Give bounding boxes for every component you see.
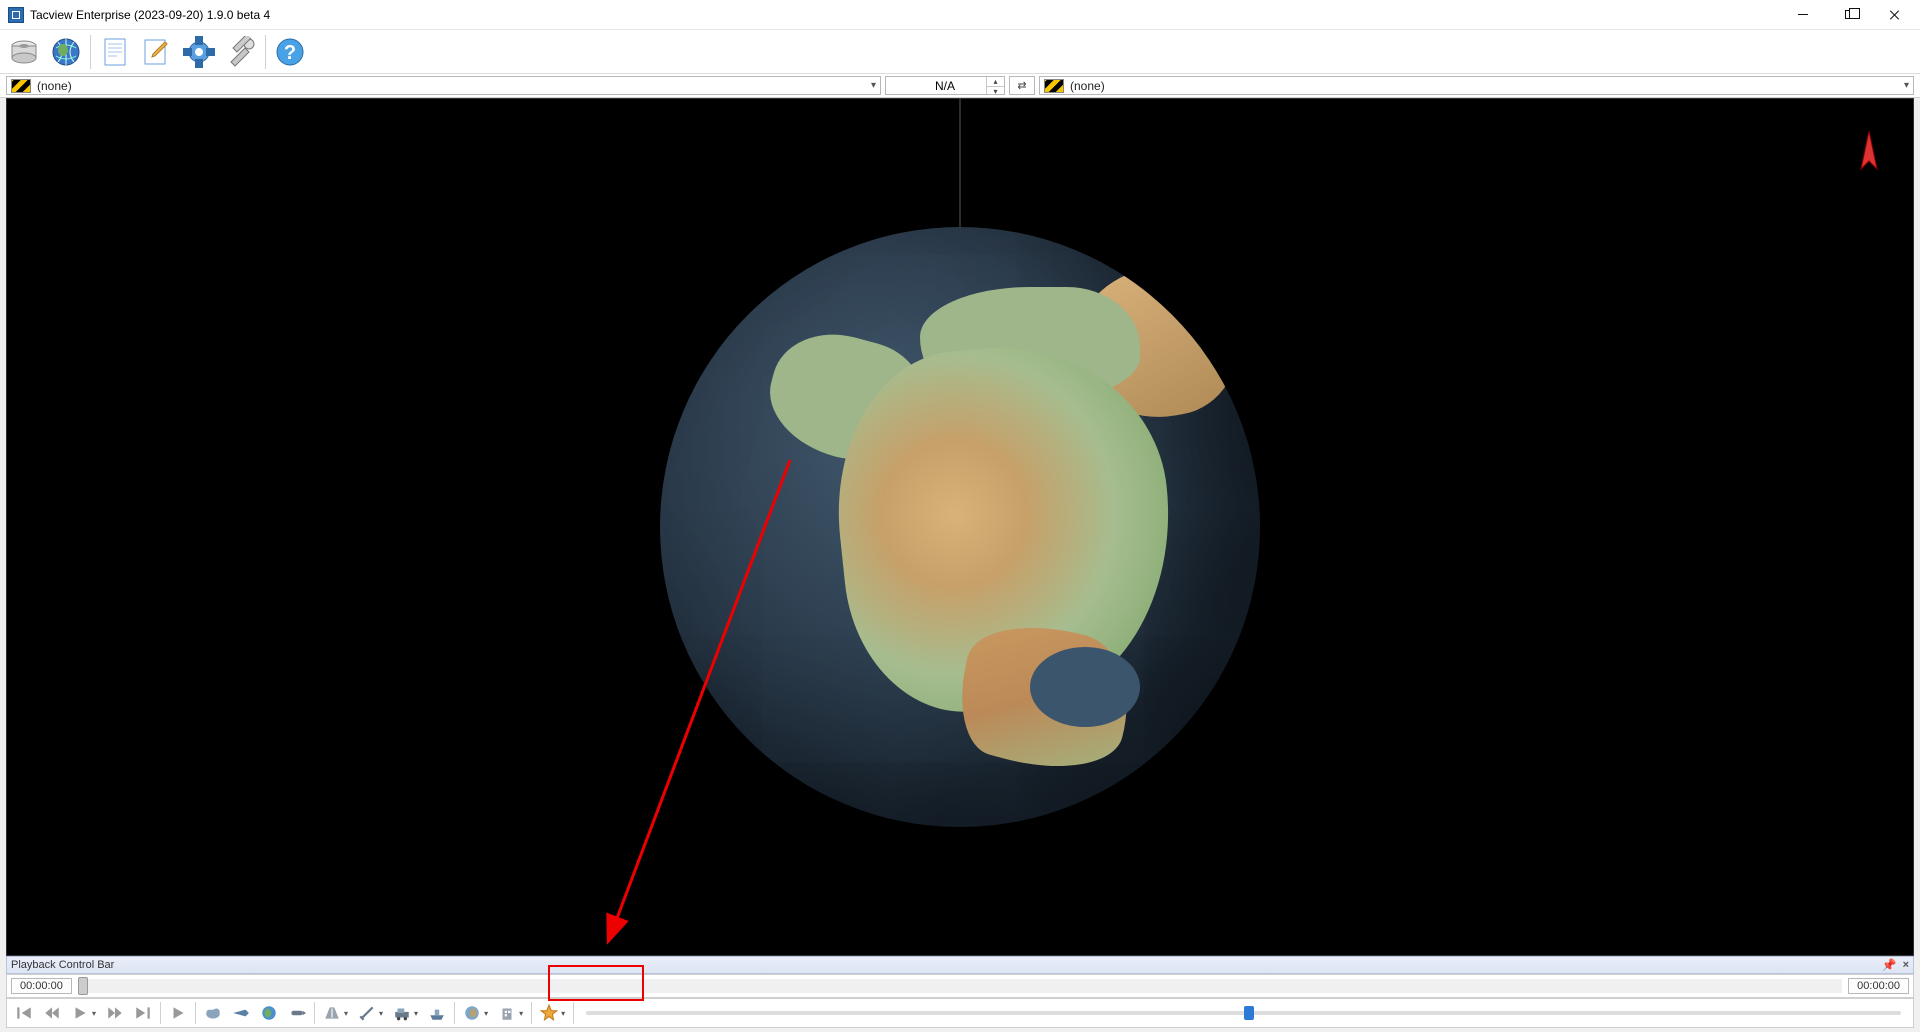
report-button[interactable]	[95, 32, 135, 72]
globe-small-icon	[260, 1004, 278, 1022]
time-start-box[interactable]: 00:00:00	[11, 978, 72, 994]
fast-forward-button[interactable]	[102, 1001, 128, 1025]
svg-text:?: ?	[284, 42, 296, 64]
edit-button[interactable]	[137, 32, 177, 72]
play-button[interactable]: ▾	[67, 1001, 100, 1025]
playback-bar-label: Playback Control Bar	[11, 959, 114, 971]
timeline-thumb[interactable]	[78, 977, 88, 995]
terrain-globe-icon	[463, 1004, 481, 1022]
favorite-button[interactable]: ▾	[536, 1001, 569, 1025]
time-end-box[interactable]: 00:00:00	[1848, 978, 1909, 994]
record-play-button[interactable]	[165, 1001, 191, 1025]
swap-icon: ⇄	[1017, 79, 1026, 92]
toolbar-separator	[90, 35, 91, 69]
sword-icon	[358, 1004, 376, 1022]
runway-icon	[323, 1004, 341, 1022]
building-icon	[498, 1004, 516, 1022]
speed-slider-thumb[interactable]	[1244, 1006, 1254, 1020]
close-button[interactable]	[1872, 0, 1918, 30]
primary-object-label: (none)	[37, 79, 865, 93]
chevron-down-icon: ▾	[871, 80, 876, 91]
help-icon: ?	[274, 36, 306, 68]
chevron-down-icon: ▾	[1904, 80, 1909, 91]
step-start-button[interactable]	[11, 1001, 37, 1025]
secondary-object-selector[interactable]: (none) ▾	[1039, 76, 1914, 95]
ship-filter-button[interactable]	[424, 1001, 450, 1025]
terrain-button[interactable]: ▾	[459, 1001, 492, 1025]
step-end-button[interactable]	[130, 1001, 156, 1025]
timeline-bar: 00:00:00 00:00:00	[6, 974, 1914, 998]
hazard-icon	[1044, 79, 1064, 93]
pin-icon[interactable]: 📌	[1882, 958, 1897, 972]
app-icon	[8, 7, 24, 23]
secondary-object-label: (none)	[1070, 79, 1898, 93]
playback-toolbar: ▾ ▾ ▾ ▾ ▾ ▾	[6, 998, 1914, 1028]
cloud-filter-button[interactable]	[200, 1001, 226, 1025]
ship-icon	[428, 1004, 446, 1022]
aircraft-filter-button[interactable]	[228, 1001, 254, 1025]
drive-icon	[8, 36, 40, 68]
3d-viewport[interactable]	[6, 98, 1914, 956]
compass-north-icon	[1855, 129, 1883, 180]
globe	[660, 227, 1260, 827]
cloud-icon	[204, 1004, 222, 1022]
maximize-button[interactable]	[1826, 0, 1872, 30]
missile-icon	[288, 1004, 306, 1022]
hazard-icon	[11, 79, 31, 93]
document-icon	[99, 36, 131, 68]
relation-selector[interactable]: N/A ▴▾	[885, 76, 1005, 95]
title-bar: Tacview Enterprise (2023-09-20) 1.9.0 be…	[0, 0, 1920, 30]
open-local-button[interactable]	[4, 32, 44, 72]
globe-icon	[50, 36, 82, 68]
tools-icon	[225, 36, 257, 68]
swap-objects-button[interactable]: ⇄	[1009, 76, 1035, 95]
relation-label: N/A	[935, 79, 955, 93]
relation-dropdown-icon: ▴▾	[986, 77, 1004, 94]
jet-icon	[232, 1004, 250, 1022]
playback-bar-title: Playback Control Bar 📌 ×	[6, 956, 1914, 974]
tools-button[interactable]	[221, 32, 261, 72]
globe-filter-button[interactable]	[256, 1001, 282, 1025]
open-online-button[interactable]	[46, 32, 86, 72]
rewind-button[interactable]	[39, 1001, 65, 1025]
main-toolbar: ?	[0, 30, 1920, 74]
window-title: Tacview Enterprise (2023-09-20) 1.9.0 be…	[30, 8, 270, 22]
runway-filter-button[interactable]: ▾	[319, 1001, 352, 1025]
edit-icon	[141, 36, 173, 68]
weapon-filter-button[interactable]: ▾	[354, 1001, 387, 1025]
building-filter-button[interactable]: ▾	[494, 1001, 527, 1025]
primary-object-selector[interactable]: (none) ▾	[6, 76, 881, 95]
minimize-button[interactable]	[1780, 0, 1826, 30]
star-icon	[540, 1004, 558, 1022]
window-buttons	[1780, 0, 1918, 30]
settings-button[interactable]	[179, 32, 219, 72]
playback-close-icon[interactable]: ×	[1903, 959, 1909, 971]
vehicle-filter-button[interactable]: ▾	[389, 1001, 422, 1025]
speed-slider[interactable]	[586, 1011, 1901, 1015]
timeline-track[interactable]	[78, 979, 1842, 993]
gear-icon	[183, 36, 215, 68]
vehicle-icon	[393, 1004, 411, 1022]
help-button[interactable]: ?	[270, 32, 310, 72]
object-selector-bar: (none) ▾ N/A ▴▾ ⇄ (none) ▾	[0, 74, 1920, 98]
toolbar-separator	[265, 35, 266, 69]
missile-filter-button[interactable]	[284, 1001, 310, 1025]
